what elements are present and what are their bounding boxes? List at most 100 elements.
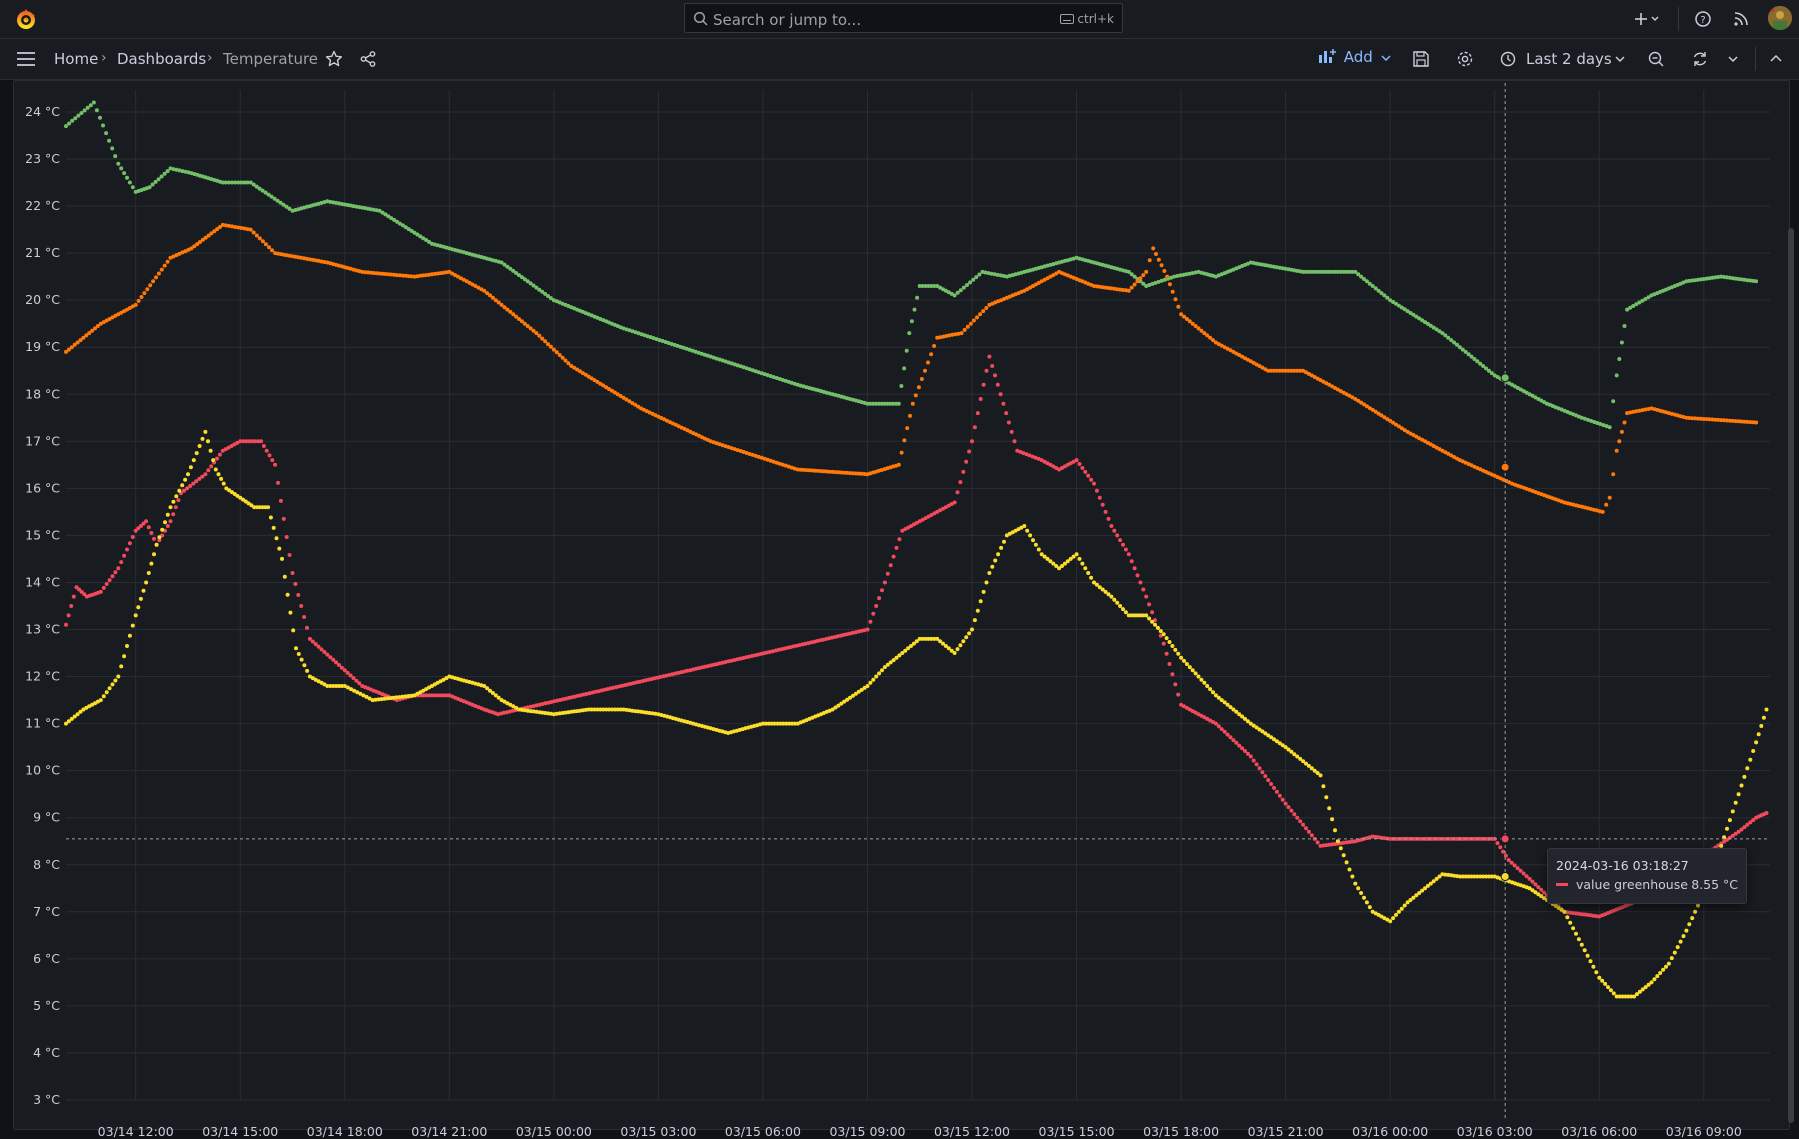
data-point (1289, 808, 1294, 813)
temperature-chart[interactable]: 3 °C 4 °C 5 °C 6 °C 7 °C 8 °C 9 °C 10 °C 11 °C 12… (0, 80, 1799, 1139)
data-point (291, 628, 296, 633)
data-point (94, 108, 99, 113)
data-point (1089, 575, 1094, 580)
data-point (268, 515, 273, 520)
data-point (1190, 668, 1195, 673)
data-point (101, 694, 106, 699)
data-point (1344, 860, 1349, 865)
data-point (1147, 616, 1152, 621)
data-point (1121, 607, 1125, 612)
y-tick-label: 12 °C (25, 669, 60, 684)
news-feed-icon[interactable] (1732, 10, 1750, 28)
data-point (113, 678, 118, 683)
data-point (1301, 822, 1306, 827)
y-tick-label: 19 °C (25, 339, 60, 354)
data-point (1754, 279, 1759, 284)
data-point (871, 677, 876, 682)
data-point (1327, 806, 1332, 811)
data-point (1350, 874, 1355, 879)
data-point (1080, 561, 1085, 566)
data-point (165, 524, 170, 528)
data-point (984, 580, 989, 585)
data-point (1074, 458, 1079, 463)
search-input[interactable]: Search or jump to... ctrl+k (684, 3, 1123, 33)
data-point (1512, 863, 1517, 868)
data-point (1170, 289, 1175, 294)
grafana-logo-icon[interactable] (14, 7, 38, 31)
data-point (885, 571, 890, 576)
data-point (165, 259, 170, 264)
data-point (113, 570, 118, 575)
data-point (1154, 252, 1158, 256)
data-point (952, 500, 957, 505)
add-button[interactable]: Add (1318, 48, 1391, 70)
data-point (1123, 610, 1128, 615)
data-point (993, 373, 997, 378)
chevron-up-icon[interactable] (1770, 55, 1782, 63)
data-point (1269, 782, 1274, 786)
data-point (1579, 942, 1584, 947)
star-icon[interactable] (325, 50, 343, 68)
breadcrumb-dashboards[interactable]: Dashboards (117, 50, 206, 68)
y-tick-label: 7 °C (33, 904, 60, 919)
data-point (1164, 651, 1169, 656)
data-point (1565, 915, 1570, 920)
data-point (1251, 758, 1256, 763)
data-point (974, 275, 979, 280)
data-point (1362, 895, 1366, 900)
y-tick-label: 21 °C (25, 245, 60, 260)
refresh-icon[interactable] (1691, 50, 1709, 68)
data-point (1333, 828, 1337, 833)
data-point (1733, 800, 1738, 805)
refresh-interval-chevron-icon[interactable] (1728, 55, 1738, 63)
data-point (208, 448, 213, 453)
data-point (151, 279, 156, 284)
data-point (1286, 805, 1291, 810)
tooltip-time: 2024-03-16 03:18:27 (1556, 858, 1689, 873)
data-point (277, 546, 282, 551)
add-panel-icon (1319, 49, 1336, 63)
share-icon[interactable] (359, 50, 377, 68)
data-point (1396, 909, 1401, 914)
data-point (932, 344, 937, 348)
menu-icon[interactable] (16, 51, 36, 67)
data-point (904, 348, 909, 353)
plus-icon[interactable] (1634, 10, 1662, 28)
data-point (147, 185, 152, 190)
data-point (1173, 682, 1178, 687)
series-3 (64, 354, 1769, 919)
data-point (1318, 773, 1323, 778)
data-point (1097, 495, 1102, 500)
chart-grid (66, 90, 1770, 1101)
save-icon[interactable] (1412, 50, 1430, 68)
data-point (1222, 729, 1227, 734)
y-tick-label: 20 °C (25, 292, 60, 307)
data-point (1759, 724, 1764, 728)
breadcrumb-home[interactable]: Home (54, 50, 98, 68)
data-point (260, 239, 265, 244)
user-avatar[interactable] (1768, 6, 1792, 30)
data-point (159, 174, 164, 179)
data-point (1158, 629, 1163, 634)
data-point (1661, 967, 1666, 972)
data-point (122, 654, 127, 659)
data-point (984, 306, 989, 310)
top-bar: Search or jump to... ctrl+k ? (0, 0, 1799, 39)
data-point (971, 277, 976, 282)
data-point (152, 536, 156, 541)
help-icon[interactable]: ? (1694, 10, 1712, 28)
data-point (1033, 542, 1038, 547)
data-point (1280, 797, 1285, 802)
zoom-out-icon[interactable] (1647, 50, 1665, 68)
data-point (273, 462, 278, 467)
data-point (896, 462, 901, 467)
data-point (548, 344, 553, 349)
data-point (64, 622, 68, 627)
data-point (1112, 528, 1117, 533)
data-point (1193, 671, 1198, 676)
data-point (1574, 931, 1578, 936)
settings-gear-icon[interactable] (1456, 50, 1474, 68)
data-point (1077, 462, 1082, 466)
data-point (1391, 916, 1396, 921)
data-point (865, 627, 870, 632)
